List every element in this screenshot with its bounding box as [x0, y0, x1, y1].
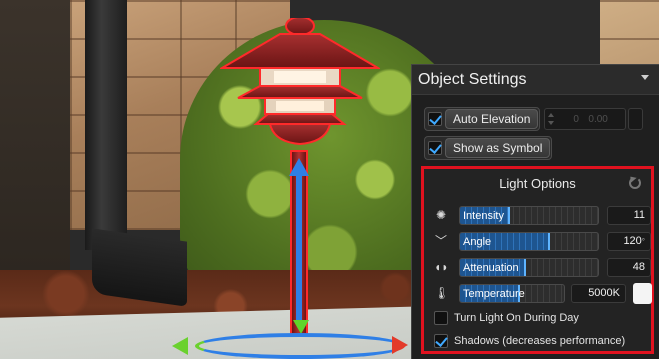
angle-unit: °	[641, 237, 645, 246]
light-options-title: Light Options	[499, 176, 576, 191]
shadows-checkbox[interactable]	[434, 334, 448, 348]
temperature-color-swatch[interactable]	[633, 283, 652, 304]
intensity-slider[interactable]: Intensity	[459, 206, 599, 225]
auto-elevation-toggle[interactable]: Auto Elevation	[424, 107, 541, 131]
intensity-label: Intensity	[463, 210, 504, 222]
intensity-row: ✺ Intensity 11	[432, 205, 651, 227]
thermometer-icon: 🌡	[434, 286, 450, 300]
elevation-unit-box[interactable]	[628, 108, 644, 130]
downspout	[85, 0, 127, 250]
temperature-value: 5000K	[588, 287, 620, 299]
temperature-label: Temperature	[463, 288, 525, 300]
angle-label: Angle	[463, 236, 492, 248]
panel-title: Object Settings	[418, 70, 527, 88]
show-as-symbol-row: Show as Symbol	[424, 136, 553, 160]
stepper-arrows-icon[interactable]	[548, 112, 555, 126]
elevation-value-a: 0	[573, 114, 579, 125]
show-as-symbol-checkbox[interactable]	[428, 141, 442, 155]
temperature-slider[interactable]: Temperature	[459, 284, 565, 303]
move-gizmo-down-arrow-icon[interactable]	[293, 320, 309, 334]
move-gizmo-right-arrow-icon[interactable]	[392, 336, 408, 354]
shadows-label[interactable]: Shadows (decreases performance)	[454, 335, 625, 347]
intensity-value-field[interactable]: 11	[607, 206, 651, 225]
downspout-elbow	[92, 228, 187, 307]
auto-elevation-button[interactable]: Auto Elevation	[445, 109, 539, 129]
temperature-row: 🌡 Temperature 5000K	[432, 283, 652, 305]
move-gizmo-left-arrow-icon[interactable]	[172, 337, 188, 355]
temperature-value-field[interactable]: 5000K	[571, 284, 626, 303]
show-as-symbol-toggle[interactable]: Show as Symbol	[424, 136, 553, 160]
elevation-stepper[interactable]: 0 0.00	[544, 108, 627, 130]
auto-elevation-checkbox[interactable]	[428, 112, 442, 126]
auto-elevation-row: Auto Elevation 0 0.00	[424, 107, 644, 131]
attenuation-value: 48	[632, 261, 645, 273]
elevation-value-b: 0.00	[588, 114, 608, 125]
dark-wall-section	[0, 0, 70, 290]
rotate-gizmo-ring[interactable]	[195, 333, 405, 359]
move-gizmo-up-arrow-icon[interactable]	[289, 158, 309, 176]
attenuation-row: ◖◗ Attenuation 48	[432, 257, 651, 279]
intensity-value: 11	[633, 209, 645, 221]
attenuation-slider[interactable]: Attenuation	[459, 258, 599, 277]
bulb-icon: ✺	[435, 208, 447, 222]
shadows-row[interactable]: Shadows (decreases performance)	[434, 334, 625, 348]
angle-value-field[interactable]: 120°	[607, 232, 651, 251]
collapse-arrow-icon[interactable]	[641, 75, 649, 80]
attenuation-icon: ◖◗	[434, 260, 449, 274]
angle-icon: ﹀	[434, 234, 447, 248]
reset-icon[interactable]	[629, 177, 641, 189]
angle-row: ﹀ Angle 120°	[432, 231, 651, 253]
panel-header[interactable]: Object Settings	[412, 65, 659, 95]
angle-slider[interactable]: Angle	[459, 232, 599, 251]
show-as-symbol-button[interactable]: Show as Symbol	[445, 138, 551, 158]
turn-on-during-day-row[interactable]: Turn Light On During Day	[434, 311, 579, 325]
turn-on-during-day-label[interactable]: Turn Light On During Day	[454, 312, 579, 324]
move-gizmo-y-axis[interactable]	[296, 170, 302, 320]
angle-value: 120	[623, 235, 642, 247]
light-options-section: Light Options ✺ Intensity 11 ﹀ Angle 120…	[421, 166, 654, 354]
attenuation-value-field[interactable]: 48	[607, 258, 651, 277]
attenuation-label: Attenuation	[463, 262, 519, 274]
turn-on-during-day-checkbox[interactable]	[434, 311, 448, 325]
object-settings-panel: Object Settings Auto Elevation 0 0.00 Sh…	[411, 64, 659, 359]
